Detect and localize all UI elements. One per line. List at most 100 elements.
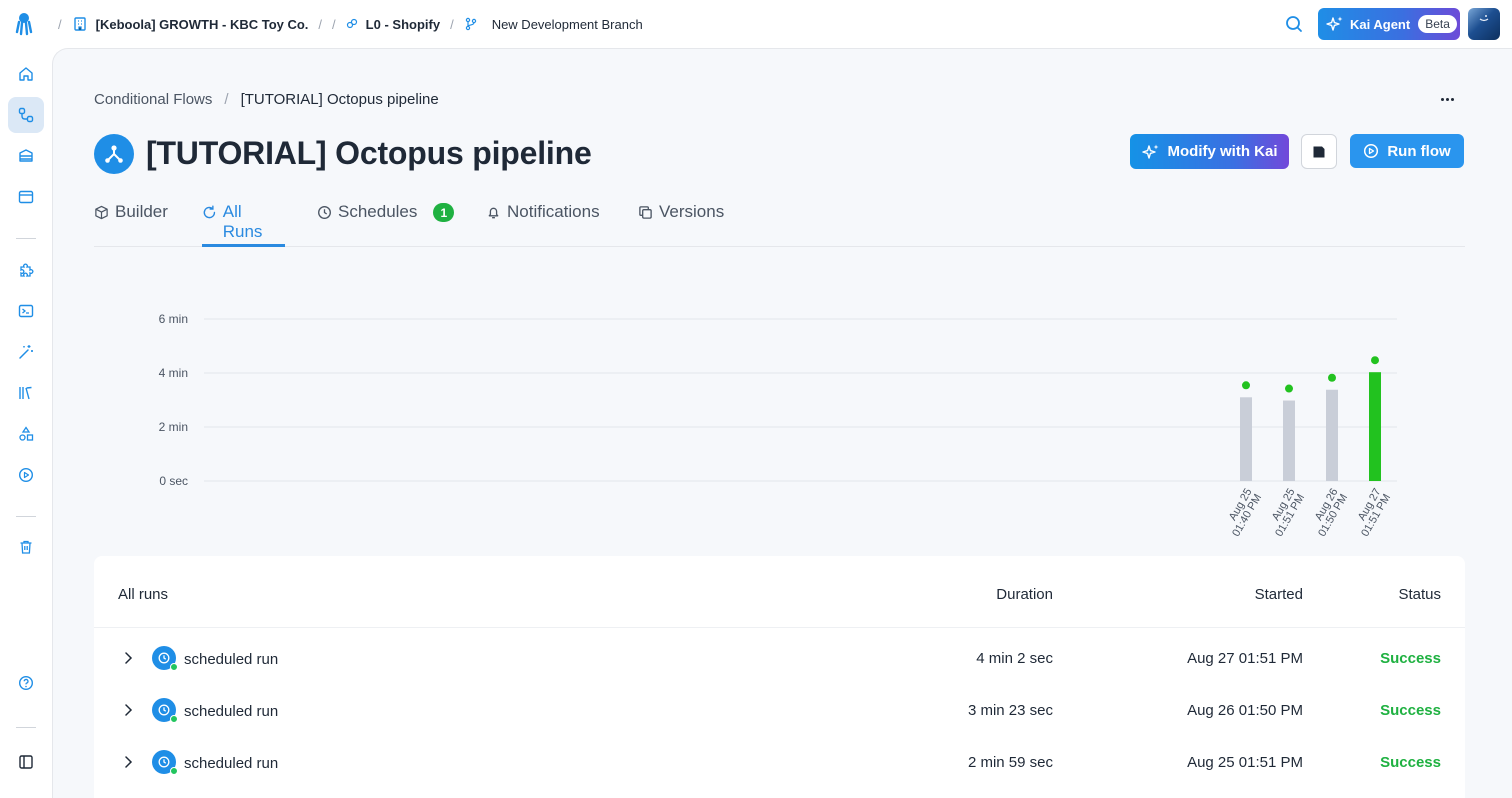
header-duration[interactable]: Duration: [996, 586, 1053, 603]
chart-status-dot: [1285, 384, 1293, 393]
sidebar-item-workspaces[interactable]: [8, 179, 44, 215]
flow-crumb[interactable]: L0 - Shopify: [346, 17, 440, 32]
kai-agent-label: Kai Agent: [1350, 16, 1411, 32]
tab-versions[interactable]: Versions: [638, 199, 724, 247]
modify-with-kai-button[interactable]: Modify with Kai: [1130, 134, 1289, 169]
run-duration: 3 min 23 sec: [967, 702, 1053, 719]
tab-bar: Builder All Runs Schedules 1 Notificatio…: [94, 199, 1465, 247]
clock-icon: [318, 206, 331, 219]
scheduled-run-icon: [152, 646, 178, 671]
table-row[interactable]: scheduled run 2 min 59 sec Aug 25 01:51 …: [94, 740, 1465, 792]
puzzle-icon: [20, 263, 34, 277]
header-all-runs: All runs: [118, 586, 169, 603]
y-tick-label: 4 min: [159, 366, 188, 380]
table-row[interactable]: scheduled run 3 min 23 sec Aug 26 01:50 …: [94, 688, 1465, 740]
sidebar-divider: [16, 238, 36, 239]
chevron-right-icon[interactable]: [120, 754, 136, 770]
sidebar-item-magic[interactable]: [8, 334, 44, 370]
shapes-icon: [19, 426, 34, 441]
sidebar-item-shapes[interactable]: [8, 416, 44, 452]
flow-avatar-icon: [94, 134, 134, 174]
run-status: Success: [1380, 754, 1441, 771]
chevron-right-icon[interactable]: [120, 650, 136, 666]
tab-all-runs-label: All Runs: [222, 202, 263, 241]
chart-bar: [1283, 400, 1295, 481]
kai-agent-button[interactable]: Kai Agent Beta: [1318, 8, 1460, 40]
crumb-separator: /: [450, 16, 454, 32]
more-options-icon[interactable]: [1433, 89, 1461, 109]
run-name: scheduled run: [184, 703, 279, 720]
sidebar-item-trash[interactable]: [8, 529, 44, 565]
scheduled-run-icon: [152, 698, 178, 723]
tab-builder-label: Builder: [115, 202, 168, 221]
x-tick-label: Aug 2601:50 PM: [1313, 487, 1350, 539]
header-status[interactable]: Status: [1398, 586, 1441, 603]
git-branch-icon: [465, 17, 476, 31]
keboola-logo-icon[interactable]: [14, 12, 34, 36]
branch-name: New Development Branch: [491, 16, 643, 32]
branch-crumb[interactable]: New Development Branch: [464, 17, 643, 32]
sidebar-item-components[interactable]: [8, 252, 44, 288]
save-icon: [1313, 146, 1325, 157]
sidebar-item-jobs[interactable]: [8, 457, 44, 493]
window-icon: [18, 190, 34, 204]
chevron-right-icon[interactable]: [120, 702, 136, 718]
x-tick-label: Aug 2501:51 PM: [1270, 487, 1307, 539]
cube-icon: [95, 205, 108, 220]
sidebar-item-flows[interactable]: [8, 97, 44, 133]
sidebar: [0, 48, 52, 798]
schedules-count-badge: 1: [433, 203, 455, 222]
chart-status-dot: [1328, 373, 1336, 382]
sparkles-icon: [1326, 16, 1343, 31]
search-icon[interactable]: [1284, 14, 1304, 34]
y-tick-label: 2 min: [159, 420, 188, 434]
user-avatar[interactable]: [1468, 8, 1500, 40]
x-tick-label: Aug 2501:40 PM: [1227, 487, 1264, 539]
run-name: scheduled run: [184, 755, 279, 772]
tab-schedules-label: Schedules: [338, 202, 418, 221]
header-started[interactable]: Started: [1255, 586, 1303, 603]
y-tick-label: 6 min: [159, 312, 188, 326]
sidebar-item-help[interactable]: [8, 665, 44, 701]
home-icon: [19, 67, 33, 81]
tab-notifications[interactable]: Notifications: [486, 199, 600, 247]
chart-bar: [1240, 397, 1252, 481]
run-duration: 4 min 2 sec: [976, 650, 1053, 667]
library-icon: [19, 386, 32, 400]
chart-bar: [1369, 372, 1381, 481]
project-crumb[interactable]: [Keboola] GROWTH - KBC Toy Co.: [72, 16, 308, 32]
run-started: Aug 27 01:51 PM: [1187, 650, 1303, 667]
tab-builder[interactable]: Builder: [94, 199, 168, 247]
sidebar-item-library[interactable]: [8, 375, 44, 411]
sidebar-item-home[interactable]: [8, 56, 44, 92]
sidebar-divider: [16, 727, 36, 728]
sidebar-divider: [16, 516, 36, 517]
magic-wand-icon: [19, 345, 33, 359]
storage-icon: [19, 149, 33, 162]
sidebar-toggle-icon: [19, 755, 33, 769]
flow-small-icon: [346, 18, 357, 29]
tab-notifications-label: Notifications: [507, 202, 600, 221]
runs-table: All runs Duration Started Status schedul…: [94, 556, 1465, 798]
crumb-separator: /: [332, 16, 336, 32]
terminal-icon: [18, 304, 34, 318]
sidebar-collapse-toggle[interactable]: [8, 744, 44, 780]
y-tick-label: 0 sec: [159, 474, 188, 488]
main-content: Conditional Flows / [TUTORIAL] Octopus p…: [52, 48, 1512, 798]
table-row[interactable]: scheduled run 4 min 2 sec Aug 27 01:51 P…: [94, 636, 1465, 688]
sidebar-item-storage[interactable]: [8, 138, 44, 174]
breadcrumb-parent[interactable]: Conditional Flows: [94, 91, 212, 108]
tab-schedules[interactable]: Schedules 1: [317, 199, 455, 247]
scheduled-run-icon: [152, 750, 178, 775]
success-dot-icon: [170, 715, 178, 723]
flow-crumb-label: L0 - Shopify: [365, 16, 441, 32]
sidebar-item-transformations[interactable]: [8, 293, 44, 329]
refresh-icon: [203, 205, 216, 219]
play-circle-icon: [1364, 143, 1379, 159]
building-icon: [73, 17, 86, 31]
crumb-separator: /: [58, 16, 62, 32]
tab-all-runs[interactable]: All Runs: [202, 199, 285, 247]
run-flow-button[interactable]: Run flow: [1350, 134, 1464, 168]
chart-status-dot: [1242, 381, 1250, 390]
save-button[interactable]: [1301, 134, 1337, 169]
